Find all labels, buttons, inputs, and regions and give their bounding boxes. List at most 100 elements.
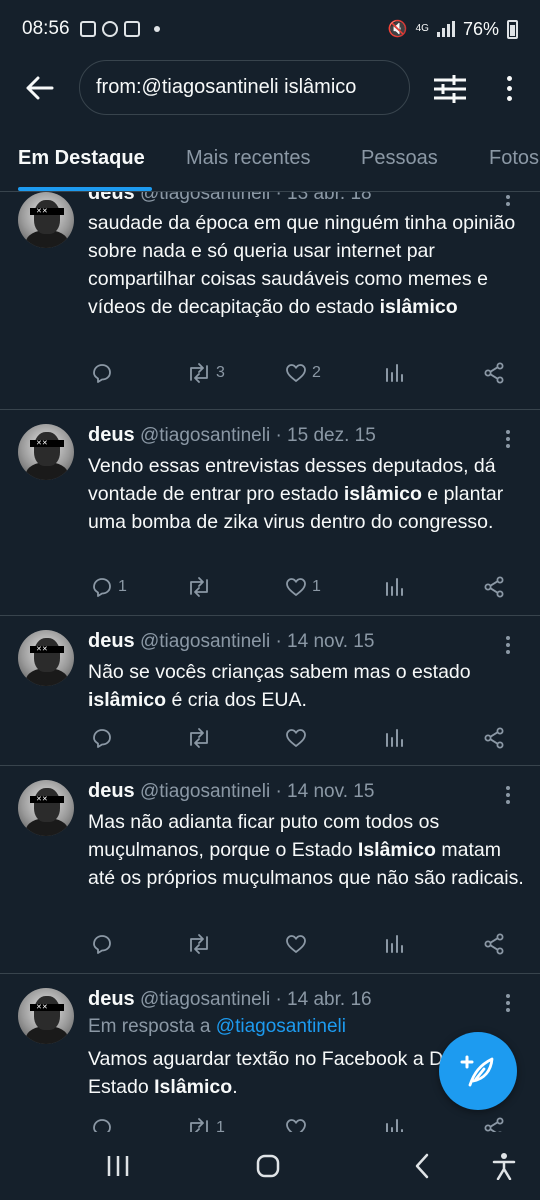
reply-context: Em resposta a @tiagosantineli bbox=[88, 1016, 346, 1037]
author-name[interactable]: deus bbox=[88, 630, 135, 652]
search-filter-button[interactable] bbox=[432, 72, 468, 106]
reply-button[interactable] bbox=[90, 930, 118, 958]
tweet-menu-button[interactable] bbox=[506, 636, 510, 654]
author-name[interactable]: deus bbox=[88, 780, 135, 802]
retweet-button[interactable]: 3 bbox=[186, 359, 225, 387]
recent-apps-button[interactable] bbox=[104, 1152, 132, 1180]
tweet-text: saudade da época em que ninguém tinha op… bbox=[88, 212, 516, 318]
tweet-date: · 14 nov. 15 bbox=[275, 631, 375, 652]
avatar[interactable]: ✕✕ bbox=[18, 630, 74, 686]
tweet[interactable]: ✕✕ deus @tiagosantineli · 14 nov. 15 Mas… bbox=[0, 766, 540, 974]
views-button[interactable] bbox=[384, 1114, 406, 1132]
status-bar: 08:56 🔇 4G 76% bbox=[0, 0, 540, 58]
tweet-date: · 13 abr. 18 bbox=[275, 192, 372, 204]
retweet-button[interactable]: 1 bbox=[186, 1114, 225, 1132]
tweet-feed[interactable]: ✕✕ deus @tiagosantineli · 13 abr. 18 sau… bbox=[0, 192, 540, 1132]
tab-fotos[interactable]: Fotos bbox=[489, 147, 539, 170]
heart-icon bbox=[284, 575, 308, 599]
tab-em-destaque[interactable]: Em Destaque bbox=[18, 147, 145, 170]
accessibility-button[interactable] bbox=[490, 1152, 518, 1180]
author-handle[interactable]: @tiagosantineli bbox=[140, 425, 270, 446]
like-button[interactable] bbox=[284, 1114, 312, 1132]
share-button[interactable] bbox=[482, 573, 506, 601]
retweet-button[interactable] bbox=[186, 573, 216, 601]
avatar[interactable]: ✕✕ bbox=[18, 424, 74, 480]
author-handle[interactable]: @tiagosantineli bbox=[140, 989, 270, 1010]
reply-button[interactable] bbox=[90, 1114, 118, 1132]
share-button[interactable] bbox=[482, 724, 506, 752]
tweet[interactable]: ✕✕ deus @tiagosantineli · 14 nov. 15 Não… bbox=[0, 616, 540, 766]
retweet-icon bbox=[186, 726, 212, 750]
reply-button[interactable] bbox=[90, 724, 118, 752]
tweet-menu-button[interactable] bbox=[506, 192, 510, 206]
system-back-button[interactable] bbox=[408, 1152, 436, 1180]
tab-pessoas[interactable]: Pessoas bbox=[361, 147, 438, 170]
like-button[interactable]: 1 bbox=[284, 573, 321, 601]
tweet-header: deus @tiagosantineli · 14 nov. 15 bbox=[88, 780, 374, 803]
views-button[interactable] bbox=[384, 573, 406, 601]
retweet-button[interactable] bbox=[186, 930, 216, 958]
tweet-menu-button[interactable] bbox=[506, 994, 510, 1012]
tweet[interactable]: ✕✕ deus @tiagosantineli · 15 dez. 15 Ven… bbox=[0, 410, 540, 616]
share-button[interactable] bbox=[482, 359, 506, 387]
sliders-icon bbox=[434, 75, 466, 103]
search-input[interactable]: from:@tiagosantineli islâmico bbox=[79, 60, 410, 115]
tab-mais-recentes[interactable]: Mais recentes bbox=[186, 147, 311, 170]
compose-tweet-button[interactable] bbox=[439, 1032, 517, 1110]
like-button[interactable] bbox=[284, 724, 312, 752]
share-button[interactable] bbox=[482, 1114, 506, 1132]
mute-icon: 🔇 bbox=[387, 21, 408, 38]
signal-icon bbox=[436, 21, 455, 37]
recent-apps-icon bbox=[107, 1156, 129, 1176]
replies-count: 1 bbox=[118, 578, 127, 595]
views-button[interactable] bbox=[384, 724, 406, 752]
home-button[interactable] bbox=[254, 1152, 282, 1180]
avatar[interactable]: ✕✕ bbox=[18, 192, 74, 248]
reply-button[interactable]: 1 bbox=[90, 573, 127, 601]
retweets-count: 1 bbox=[216, 1119, 225, 1132]
author-name[interactable]: deus bbox=[88, 424, 135, 446]
heart-icon bbox=[284, 361, 308, 385]
network-type: 4G bbox=[415, 23, 429, 34]
share-icon bbox=[482, 575, 506, 599]
more-options-button[interactable] bbox=[494, 70, 524, 106]
share-button[interactable] bbox=[482, 930, 506, 958]
author-handle[interactable]: @tiagosantineli bbox=[140, 192, 270, 204]
reply-button[interactable] bbox=[90, 359, 118, 387]
author-handle[interactable]: @tiagosantineli bbox=[140, 781, 270, 802]
retweet-button[interactable] bbox=[186, 724, 216, 752]
accessibility-icon bbox=[492, 1153, 516, 1180]
avatar[interactable]: ✕✕ bbox=[18, 988, 74, 1044]
reply-to-handle[interactable]: @tiagosantineli bbox=[216, 1016, 346, 1037]
retweet-icon bbox=[186, 361, 212, 385]
tweet-header: deus @tiagosantineli · 13 abr. 18 bbox=[88, 192, 372, 205]
tweet-date: · 14 abr. 16 bbox=[275, 989, 372, 1010]
reply-icon bbox=[90, 1116, 114, 1132]
tweet-date: · 15 dez. 15 bbox=[275, 425, 376, 446]
tweet-menu-button[interactable] bbox=[506, 786, 510, 804]
retweets-count: 3 bbox=[216, 364, 225, 381]
author-handle[interactable]: @tiagosantineli bbox=[140, 631, 270, 652]
views-button[interactable] bbox=[384, 359, 406, 387]
tweet[interactable]: ✕✕ deus @tiagosantineli · 13 abr. 18 sau… bbox=[0, 192, 540, 410]
share-icon bbox=[482, 1116, 506, 1132]
tweet-header: deus @tiagosantineli · 14 abr. 16 bbox=[88, 988, 372, 1011]
tweet-menu-button[interactable] bbox=[506, 430, 510, 448]
like-button[interactable]: 2 bbox=[284, 359, 321, 387]
search-tabs: Em Destaque Mais recentes Pessoas Fotos bbox=[0, 132, 540, 192]
system-nav-bar bbox=[0, 1132, 540, 1200]
like-button[interactable] bbox=[284, 930, 312, 958]
author-name[interactable]: deus bbox=[88, 988, 135, 1010]
author-name[interactable]: deus bbox=[88, 192, 135, 204]
tweet-actions: 32 bbox=[88, 359, 508, 387]
share-icon bbox=[482, 932, 506, 956]
retweet-icon bbox=[186, 1116, 212, 1132]
likes-count: 2 bbox=[312, 364, 321, 381]
back-button[interactable] bbox=[22, 70, 58, 106]
views-icon bbox=[384, 575, 406, 599]
tweet-date: · 14 nov. 15 bbox=[275, 781, 375, 802]
avatar[interactable]: ✕✕ bbox=[18, 780, 74, 836]
home-icon bbox=[256, 1154, 280, 1178]
views-button[interactable] bbox=[384, 930, 406, 958]
reply-icon bbox=[90, 575, 114, 599]
